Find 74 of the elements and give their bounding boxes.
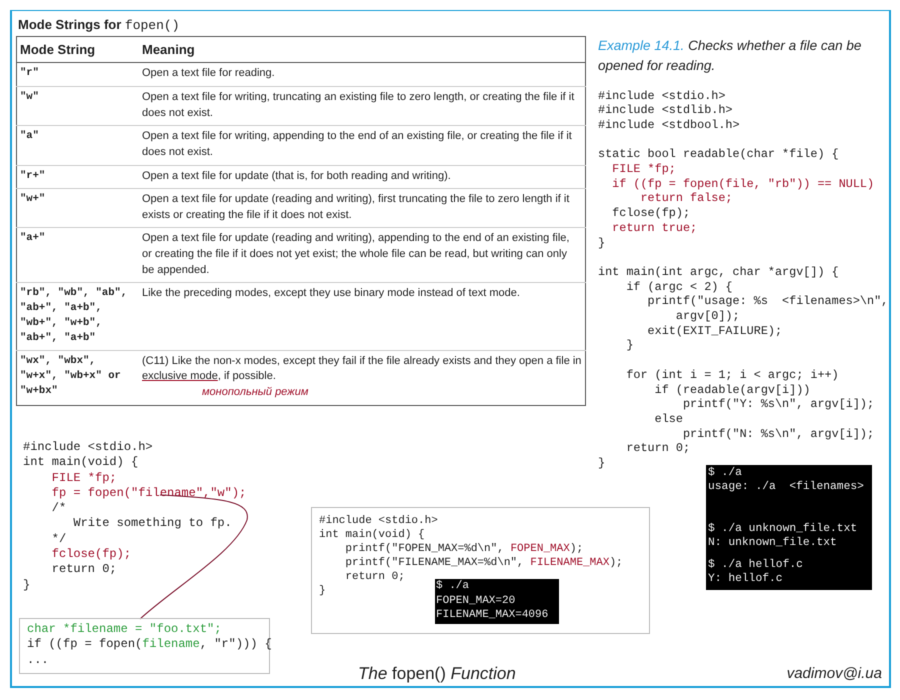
column-header: Mode String bbox=[16, 36, 139, 63]
code-line: /* bbox=[50, 501, 66, 516]
table-cell: "w" bbox=[16, 86, 139, 126]
slide-caption: The fopen() Function bbox=[358, 664, 516, 684]
code-line: } bbox=[23, 578, 30, 593]
table-cell-text: Open a text file for reading. bbox=[142, 66, 276, 82]
code-line: #include <stdlib.h> bbox=[598, 103, 733, 118]
code-line: #include <stdio.h> bbox=[23, 440, 153, 456]
code-line: printf("FILENAME_MAX=%d\n", FILENAME_MAX); bbox=[344, 556, 623, 570]
terminal-line: $ ./a bbox=[436, 579, 470, 594]
code-line: int main(int argc, char *argv[]) { bbox=[598, 264, 839, 280]
code-line: fclose(fp); bbox=[611, 206, 690, 221]
terminal-line: usage: ./a <filenames> bbox=[708, 480, 864, 494]
code-line: #include <stdio.h> bbox=[598, 88, 726, 104]
code-line: for (int i = 1; i < argc; i++) bbox=[625, 368, 839, 383]
table-cell: "r" bbox=[16, 62, 139, 87]
terminal-line: FOPEN_MAX=20 bbox=[436, 594, 516, 608]
code-line: Write something to fp. bbox=[72, 516, 232, 532]
code-line: return 0; bbox=[344, 570, 405, 584]
column-header: Meaning bbox=[139, 36, 586, 63]
terminal-line: N: unknown_file.txt bbox=[708, 536, 837, 550]
code-line: argv[0]); bbox=[674, 309, 740, 324]
table-cell-text: Open a text file for writing, appending to the end of an existing file, or creating the file if it does not exist. bbox=[142, 129, 573, 160]
table-cell: "a+" bbox=[16, 228, 139, 283]
code-line: ... bbox=[27, 652, 49, 668]
code-line: if ((fp = fopen(filename, "r"))) { bbox=[27, 637, 272, 653]
table-cell-text: Open a text file for update (reading and writing), first truncating the file to zero length if it exists or creating the file if it does not exist. bbox=[142, 192, 570, 223]
terminal-line: FILENAME_MAX=4096 bbox=[436, 608, 548, 622]
table-cell: "wx", "wbx", "w+x", "wb+x" or "w+bx" bbox=[16, 350, 139, 406]
example-caption: Example 14.1. Checks whether a file can be opened for reading. bbox=[598, 37, 862, 76]
code-line: return true; bbox=[611, 220, 698, 236]
code-line: else bbox=[654, 412, 683, 427]
code-line: #include <stdbool.h> bbox=[598, 118, 740, 133]
code-line: return 0; bbox=[50, 562, 117, 578]
code-line: } bbox=[625, 338, 634, 354]
code-line: printf("usage: %s <filenames>\n", bbox=[646, 294, 888, 310]
table-cell: "a" bbox=[16, 126, 139, 165]
table-cell-text: (C11) Like the non-x modes, except they fail if the file already exists and they open a file in exclusive mode, if possible. bbox=[142, 354, 582, 384]
code-line: if (readable(argv[i])) bbox=[654, 382, 810, 398]
author-email: vadimov@i.ua bbox=[786, 665, 882, 682]
code-line: } bbox=[598, 236, 606, 250]
code-line: char *filename = "foo.txt"; bbox=[27, 622, 222, 638]
terminal-line: $ ./a unknown_file.txt bbox=[708, 522, 858, 536]
code-line: printf("FOPEN_MAX=%d\n", FOPEN_MAX); bbox=[344, 542, 584, 556]
code-line: if ((fp = fopen(file, "rb")) == NULL) bbox=[611, 176, 874, 192]
terminal-line: $ ./a bbox=[708, 466, 742, 480]
translation-note: монопольный режим bbox=[202, 385, 308, 400]
code-line: int main(void) { bbox=[319, 528, 425, 542]
code-line: FILE *fp; bbox=[50, 470, 117, 486]
code-line: return false; bbox=[639, 191, 733, 206]
code-line: int main(void) { bbox=[23, 455, 138, 471]
code-line: } bbox=[319, 584, 326, 598]
code-line: */ bbox=[50, 532, 66, 548]
table-cell-text: Like the preceding modes, except they use binary mode instead of text mode. bbox=[142, 286, 521, 302]
code-line: fp = fopen("filename","w"); bbox=[50, 486, 246, 502]
code-line: FILE *fp; bbox=[611, 162, 676, 177]
code-line: printf("N: %s\n", argv[i]); bbox=[682, 426, 874, 442]
code-line: exit(EXIT_FAILURE); bbox=[646, 324, 782, 338]
table-cell-text: Open a text file for writing, truncating an existing file to zero length, or creating the file if it does not exist. bbox=[142, 90, 576, 121]
code-line: return 0; bbox=[625, 441, 690, 456]
table-cell: "w+" bbox=[16, 188, 139, 228]
table-cell: "r+" bbox=[16, 165, 139, 189]
code-line: } bbox=[598, 456, 606, 471]
code-line: printf("Y: %s\n", argv[i]); bbox=[682, 397, 874, 412]
code-line: if (argc < 2) { bbox=[625, 280, 733, 294]
code-line: static bool readable(char *file) { bbox=[598, 147, 839, 162]
terminal-line: Y: hellof.c bbox=[708, 572, 783, 586]
code-line: fclose(fp); bbox=[50, 547, 132, 562]
terminal-line: $ ./a hellof.c bbox=[708, 558, 803, 572]
table-cell: "rb", "wb", "ab", "ab+", "a+b", "wb+", "w+b", "ab+", "a+b" bbox=[16, 282, 139, 350]
table-cell-text: Open a text file for update (reading and writing), appending to the end of an existing file, or creating the file if it does not yet exist; the whole file can be read, but writing can only be appended. bbox=[142, 231, 570, 278]
table-cell-text: Open a text file for update (that is, for both reading and writing). bbox=[142, 168, 452, 184]
code-line: #include <stdio.h> bbox=[319, 514, 438, 528]
table-title: Mode Strings for fopen() bbox=[17, 17, 180, 35]
